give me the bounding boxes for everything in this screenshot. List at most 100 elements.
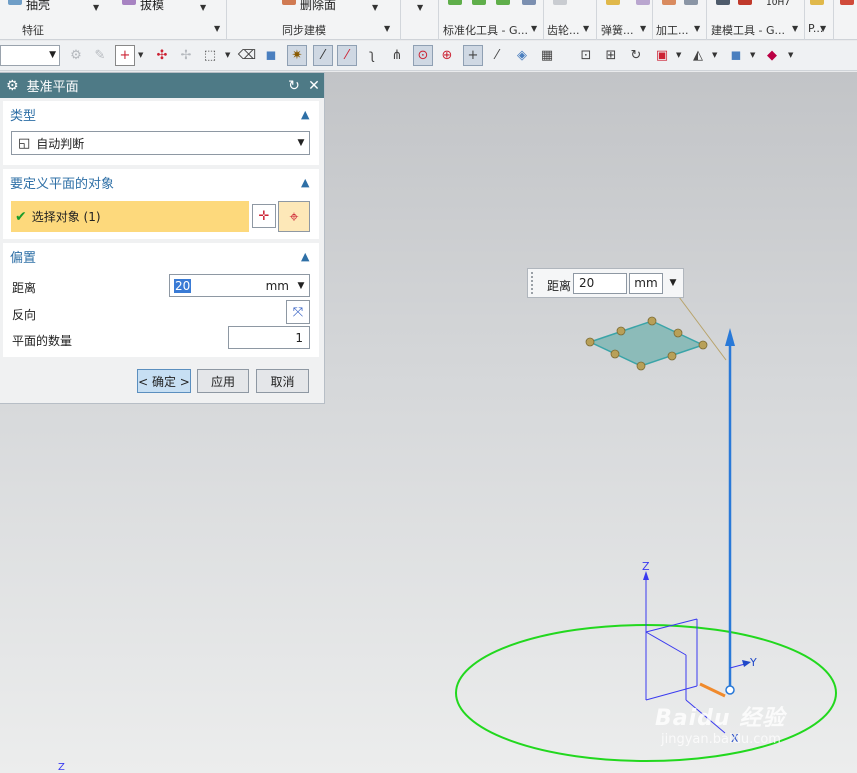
curve-icon[interactable]: ʅ [362,45,382,66]
spring-tool-icon[interactable] [606,0,620,5]
point-on-curve-icon[interactable]: + [463,45,483,66]
float-distance-value[interactable]: 20 [573,273,627,294]
origin-point[interactable] [725,685,735,695]
select-box-icon[interactable]: + [115,45,135,66]
chevron-down-icon[interactable]: ▼ [712,51,717,59]
chevron-down-icon[interactable]: ▼ [293,281,309,291]
dialog-title-bar[interactable]: ⚙ 基准平面 ↻ ✕ [0,73,324,98]
delete-face-command[interactable]: 删除面 [300,0,336,13]
chevron-down-icon[interactable]: ▼ [138,51,143,59]
p-tool-icon[interactable] [810,0,824,5]
end-point-icon[interactable]: ⁄ [313,45,333,66]
shell-icon[interactable] [8,0,22,5]
objects-section-header[interactable]: 要定义平面的对象 ▲ [3,169,319,195]
view-orient-icon[interactable]: ▣ [652,45,672,66]
crosshair-icon[interactable]: ⌖ [278,201,310,232]
chevron-down-icon[interactable]: ▼ [225,51,230,59]
standard-tool-icon[interactable] [448,0,462,5]
select-object-row[interactable]: ✔ 选择对象 (1) [11,201,249,232]
type-select[interactable]: ◱ 自动判断 ▼ [11,131,310,155]
chevron-down-icon[interactable]: ▼ [384,24,390,33]
chevron-up-icon[interactable]: ▲ [301,176,319,189]
arrow-head[interactable] [725,328,735,346]
snap-grid-icon[interactable]: ✷ [287,45,307,66]
floating-distance-input[interactable]: 距离 20 mm ▼ [527,268,684,298]
gear-tool-icon[interactable] [553,0,567,5]
standard-tool-icon[interactable] [472,0,486,5]
body-select-icon[interactable]: ✎ [90,45,110,66]
chevron-up-icon[interactable]: ▲ [301,250,319,263]
distance-input[interactable]: 20 mm ▼ [169,274,310,297]
chevron-down-icon[interactable]: ▼ [417,3,423,12]
component-select-icon[interactable]: ⚙ [66,45,86,66]
chevron-down-icon[interactable]: ▼ [792,24,798,33]
line-icon[interactable]: ⁄ [487,45,507,66]
cube-icon[interactable]: ◼ [261,45,281,66]
chevron-down-icon[interactable]: ▼ [583,24,589,33]
offset-section-header[interactable]: 偏置 ▲ [3,243,319,269]
rectangle-select-icon[interactable]: ⬚ [200,45,220,66]
draft-icon[interactable] [122,0,136,5]
group-standard-tools[interactable]: 标准化工具 - G... [443,22,528,38]
group-spring[interactable]: 弹簧... [601,22,634,38]
plane-count-value[interactable]: 1 [295,331,303,345]
float-unit-value[interactable]: mm [629,273,663,294]
reset-icon[interactable]: ↻ [284,78,304,94]
quadrant-icon[interactable]: ⊕ [437,45,457,66]
eraser-icon[interactable]: ⌫ [237,45,257,66]
drag-handle[interactable] [531,272,535,294]
gear-icon[interactable]: ⚙ [6,78,19,94]
delete-face-icon[interactable] [282,0,296,5]
zoom-window-icon[interactable]: ⊞ [601,45,621,66]
spring-tool-icon[interactable] [636,0,650,5]
ok-button[interactable]: < 确定 > [137,369,191,393]
group-gear[interactable]: 齿轮... [547,22,580,38]
snap-icon[interactable]: ✣ [152,45,172,66]
modeling-tool-icon[interactable] [716,0,730,5]
layer-icon[interactable]: ◆ [762,45,782,66]
chevron-down-icon[interactable]: ▼ [820,24,826,33]
point-constructor-icon[interactable]: ✛ [252,204,276,228]
standard-tool-icon[interactable] [522,0,536,5]
chevron-down-icon[interactable]: ▼ [640,24,646,33]
chevron-down-icon[interactable]: ▼ [49,50,56,60]
distance-unit[interactable]: mm [191,279,293,293]
chevron-up-icon[interactable]: ▲ [301,108,319,121]
shell-command[interactable]: 抽壳 [26,0,50,13]
chevron-down-icon[interactable]: ▼ [293,138,309,148]
chevron-down-icon[interactable]: ▼ [750,51,755,59]
origin-handle[interactable] [699,682,726,698]
fit-view-icon[interactable]: ⊡ [576,45,596,66]
cancel-button[interactable]: 取消 [256,369,309,393]
chevron-down-icon[interactable]: ▼ [372,3,378,12]
distance-value[interactable]: 20 [174,278,192,293]
standard-tool-icon[interactable] [496,0,510,5]
apply-button[interactable]: 应用 [197,369,249,393]
chevron-down-icon[interactable]: ▼ [694,24,700,33]
face-icon[interactable]: ◈ [512,45,532,66]
intersection-icon[interactable]: ⋔ [387,45,407,66]
type-section-header[interactable]: 类型 ▲ [3,101,319,127]
modeling-tool-icon[interactable] [738,0,752,5]
chevron-down-icon[interactable]: ▼ [676,51,681,59]
machining-tool-icon[interactable] [684,0,698,5]
rotate-icon[interactable]: ↻ [626,45,646,66]
chevron-down-icon[interactable]: ▼ [214,24,220,33]
chevron-down-icon[interactable]: ▼ [531,24,537,33]
chevron-down-icon[interactable]: ▼ [200,3,206,12]
group-machining[interactable]: 加工... [656,22,689,38]
chevron-down-icon[interactable]: ▼ [93,3,99,12]
render-style-icon[interactable]: ◭ [688,45,708,66]
reverse-direction-icon[interactable]: ⤧ [286,300,310,324]
close-icon[interactable]: ✕ [304,78,324,94]
shaded-cube-icon[interactable]: ◼ [726,45,746,66]
arc-center-icon[interactable]: ⊙ [413,45,433,66]
mid-point-icon[interactable]: ⁄ [337,45,357,66]
selection-filter-select[interactable]: ▼ [0,45,60,66]
p-tool-icon[interactable] [840,0,854,5]
draft-command[interactable]: 拔模 [140,0,164,13]
plane-count-input[interactable]: 1 [228,326,310,349]
bounded-grid-icon[interactable]: ▦ [537,45,557,66]
machining-tool-icon[interactable] [662,0,676,5]
snap-off-icon[interactable]: ✢ [176,45,196,66]
